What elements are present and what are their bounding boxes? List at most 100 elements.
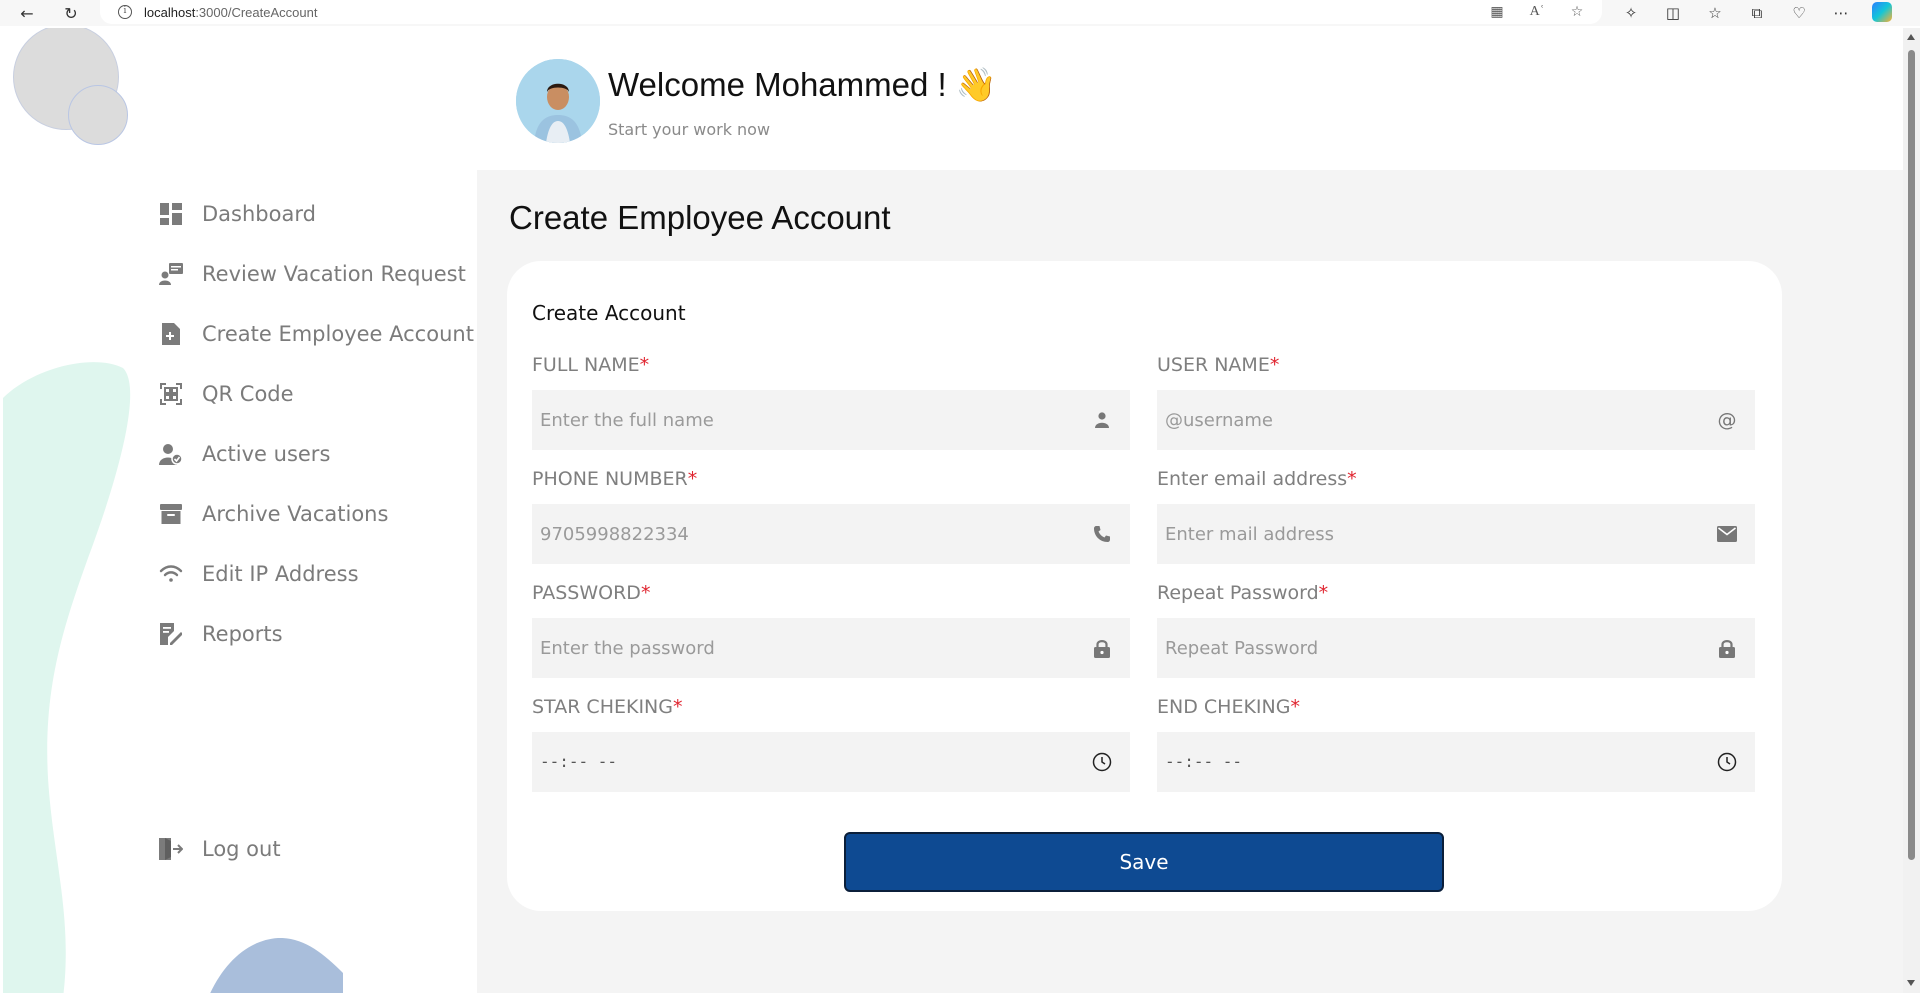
favorite-star-icon[interactable]: ☆ (1568, 3, 1586, 21)
app-available-icon[interactable]: ▦ (1488, 3, 1506, 21)
sidebar-item-label: Dashboard (202, 202, 316, 226)
password-label-text: PASSWORD (532, 582, 641, 604)
phone-label-text: PHONE NUMBER (532, 468, 688, 490)
sidebar-item-active-users[interactable]: Active users (158, 438, 330, 470)
user-name-field[interactable]: @ (1157, 390, 1755, 450)
create-account-icon (158, 321, 184, 347)
reload-icon[interactable]: ↻ (60, 2, 82, 24)
required-mark: * (1290, 696, 1300, 718)
logout-button[interactable]: Log out (158, 833, 281, 865)
sidebar-item-label: Review Vacation Request (202, 262, 466, 286)
sidebar-item-label: Edit IP Address (202, 562, 359, 586)
email-input[interactable] (1157, 504, 1677, 564)
required-mark: * (1318, 582, 1329, 604)
sidebar-item-dashboard[interactable]: Dashboard (158, 198, 316, 230)
sidebar-item-edit-ip[interactable]: Edit IP Address (158, 558, 359, 590)
sidebar-item-qr-code[interactable]: QR Code (158, 378, 294, 410)
scroll-down-arrow-icon[interactable] (1907, 980, 1915, 986)
url-text: localhost:3000/CreateAccount (144, 5, 317, 20)
sidebar-item-archive-vacations[interactable]: Archive Vacations (158, 498, 388, 530)
more-options-icon[interactable]: ⋯ (1830, 2, 1852, 24)
clock-icon[interactable] (1092, 752, 1112, 772)
full-name-label-text: FULL NAME (532, 354, 640, 376)
logout-label: Log out (202, 837, 281, 861)
extensions-icon[interactable]: ✧ (1620, 2, 1642, 24)
start-checking-field[interactable]: --:-- -- (532, 732, 1130, 792)
lock-icon (1092, 638, 1112, 658)
full-name-field[interactable] (532, 390, 1130, 450)
repeat-password-field[interactable] (1157, 618, 1755, 678)
full-name-input[interactable] (532, 390, 1052, 450)
required-mark: * (687, 468, 698, 490)
start-checking-label: STAR CHEKING* (532, 696, 683, 718)
repeat-password-input[interactable] (1157, 618, 1677, 678)
phone-label: PHONE NUMBER* (532, 468, 697, 490)
active-users-icon (158, 441, 184, 467)
lock-icon (1717, 638, 1737, 658)
sidebar-item-label: Create Employee Account (202, 322, 474, 346)
address-bar[interactable]: i localhost:3000/CreateAccount ▦ Aʿ ☆ (100, 0, 1602, 24)
clock-icon[interactable] (1717, 752, 1737, 772)
end-checking-label: END CHEKING* (1157, 696, 1300, 718)
sidebar-item-create-account[interactable]: Create Employee Account (158, 318, 474, 350)
welcome-heading: Welcome Mohammed ! 👋 (608, 66, 997, 103)
collections-icon[interactable]: ⧉ (1746, 2, 1768, 24)
sidebar-item-label: Reports (202, 622, 283, 646)
qr-code-icon (158, 381, 184, 407)
read-aloud-icon[interactable]: Aʿ (1528, 3, 1546, 21)
reports-icon (158, 621, 184, 647)
url-host: localhost (144, 4, 196, 20)
page: Welcome Mohammed ! 👋 Start your work now… (3, 28, 1905, 993)
phone-icon (1092, 524, 1112, 544)
review-request-icon (158, 261, 184, 287)
end-checking-label-text: END CHEKING (1157, 696, 1291, 718)
required-mark: * (1269, 354, 1280, 376)
site-info-icon[interactable]: i (118, 5, 132, 19)
repeat-password-label-text: Repeat Password (1157, 582, 1319, 604)
decorative-wave (3, 362, 131, 993)
required-mark: * (640, 582, 651, 604)
phone-field[interactable] (532, 504, 1130, 564)
password-label: PASSWORD* (532, 582, 650, 604)
required-mark: * (673, 696, 683, 718)
main-content: Create Employee Account Create Account F… (477, 170, 1905, 993)
scroll-up-arrow-icon[interactable] (1907, 34, 1915, 40)
split-screen-icon[interactable]: ◫ (1662, 2, 1684, 24)
at-sign-icon: @ (1717, 409, 1737, 431)
user-name-input[interactable] (1157, 390, 1677, 450)
end-checking-field[interactable]: --:-- -- (1157, 732, 1755, 792)
start-checking-time-input[interactable]: --:-- -- (540, 752, 617, 771)
mail-icon (1717, 524, 1737, 544)
sidebar-item-label: Active users (202, 442, 331, 466)
phone-input[interactable] (532, 504, 1052, 564)
card-title: Create Account (532, 301, 686, 325)
user-name-label: USER NAME* (1157, 354, 1279, 376)
url-path: :3000/CreateAccount (195, 4, 318, 20)
create-account-card: Create Account FULL NAME* USER NAME* @ P… (507, 261, 1782, 911)
password-field[interactable] (532, 618, 1130, 678)
sidebar-item-label: Archive Vacations (202, 502, 389, 526)
scrollbar-thumb[interactable] (1908, 50, 1915, 860)
save-button[interactable]: Save (844, 832, 1444, 892)
archive-icon (158, 501, 184, 527)
full-name-label: FULL NAME* (532, 354, 649, 376)
repeat-password-label: Repeat Password* (1157, 582, 1328, 604)
required-mark: * (1347, 468, 1357, 490)
copilot-icon[interactable] (1872, 2, 1892, 22)
email-field[interactable] (1157, 504, 1755, 564)
decorative-blob (210, 938, 343, 993)
sidebar-item-review-vacation[interactable]: Review Vacation Request (158, 258, 466, 290)
vertical-scrollbar[interactable] (1903, 28, 1920, 993)
sidebar-item-label: QR Code (202, 382, 294, 406)
browser-toolbar: ← ↻ i localhost:3000/CreateAccount ▦ Aʿ … (0, 0, 1920, 26)
browser-essentials-icon[interactable]: ♡ (1788, 2, 1810, 24)
wifi-icon (158, 561, 184, 587)
dashboard-icon (158, 201, 184, 227)
logout-icon (158, 836, 184, 862)
email-label: Enter email address* (1157, 468, 1357, 490)
end-checking-time-input[interactable]: --:-- -- (1165, 752, 1242, 771)
favorites-icon[interactable]: ☆ (1704, 2, 1726, 24)
sidebar-item-reports[interactable]: Reports (158, 618, 283, 650)
back-arrow-icon[interactable]: ← (16, 2, 38, 24)
password-input[interactable] (532, 618, 1052, 678)
